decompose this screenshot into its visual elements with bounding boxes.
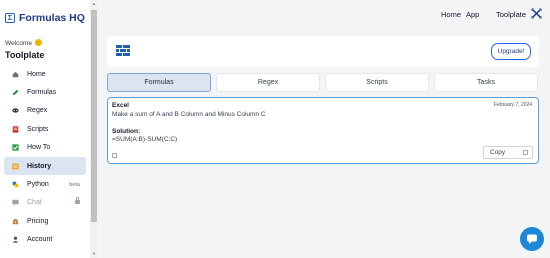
copy-button[interactable]: Copy xyxy=(483,146,533,159)
entry-checkbox[interactable] xyxy=(112,153,117,158)
sidebar: Σ Formulas HQ Welcome Toolplate Home For… xyxy=(0,0,90,258)
python-icon xyxy=(12,181,19,188)
sidebar-item-scripts[interactable]: Scripts xyxy=(4,120,86,138)
tab-formulas[interactable]: Formulas xyxy=(107,73,211,92)
sidebar-item-how-to[interactable]: How To xyxy=(4,139,86,157)
sidebar-item-label: Pricing xyxy=(27,217,49,225)
copy-icon xyxy=(523,150,528,155)
sidebar-item-label: Account xyxy=(27,236,53,244)
sidebar-item-regex[interactable]: Regex xyxy=(4,102,86,120)
script-icon xyxy=(12,126,19,133)
chat-bubble-icon xyxy=(527,234,537,244)
logo[interactable]: Σ Formulas HQ xyxy=(5,12,85,24)
logo-text: Formulas HQ xyxy=(19,12,85,24)
brick-wall-icon xyxy=(116,44,130,58)
top-bar xyxy=(98,0,550,30)
entry-date: February 7, 2024 xyxy=(494,102,533,108)
welcome-text: Welcome xyxy=(5,39,42,47)
header-card xyxy=(107,36,539,67)
formula-logo-icon: Σ xyxy=(5,13,15,23)
lock-icon xyxy=(75,196,80,204)
sidebar-item-home[interactable]: Home xyxy=(4,65,86,83)
home-icon xyxy=(12,71,19,78)
solution-formula: =SUM(A:B)-SUM(C:C) xyxy=(112,136,178,143)
history-icon xyxy=(12,163,19,170)
beta-badge: beta xyxy=(69,181,80,188)
sidebar-item-label: Formulas xyxy=(27,89,57,97)
upgrade-button[interactable]: Upgrade! xyxy=(491,43,531,60)
tab-bar: Formulas Regex Scripts Tasks xyxy=(107,73,539,92)
sidebar-item-label: Chat xyxy=(27,199,42,207)
entry-category: Excel xyxy=(112,102,129,109)
chat-icon xyxy=(12,199,19,207)
sidebar-item-history[interactable]: History xyxy=(4,156,86,176)
sidebar-item-python[interactable]: Python beta xyxy=(4,175,86,193)
tab-regex[interactable]: Regex xyxy=(216,73,320,92)
history-entry-card xyxy=(107,97,539,164)
topnav-toolplate-link[interactable]: Toolplate xyxy=(496,10,526,19)
sidebar-item-label: History xyxy=(27,162,52,170)
tab-tasks[interactable]: Tasks xyxy=(434,73,538,92)
sidebar-item-label: Scripts xyxy=(27,125,49,133)
sidebar-item-formulas[interactable]: Formulas xyxy=(4,83,86,101)
sidebar-item-label: How To xyxy=(27,144,51,152)
chat-widget-button[interactable] xyxy=(520,227,544,251)
solution-label: Solution: xyxy=(112,128,141,135)
close-icon[interactable] xyxy=(531,8,542,19)
sidebar-nav: Home Formulas Regex Scripts How To Histo… xyxy=(0,65,90,249)
sidebar-item-account[interactable]: Account xyxy=(4,231,86,249)
entry-prompt: Make a sum of A and B Column and Minus C… xyxy=(112,111,266,118)
sidebar-item-label: Regex xyxy=(27,107,48,115)
scroll-up-icon[interactable]: ▲ xyxy=(91,1,97,7)
money-icon xyxy=(12,218,19,225)
topnav-app-link[interactable]: App xyxy=(466,10,479,19)
sidebar-item-pricing[interactable]: Pricing xyxy=(4,212,86,230)
mask-icon xyxy=(12,107,19,114)
checkbox-icon xyxy=(12,144,19,151)
workspace-name: Toolplate xyxy=(5,50,45,60)
pencil-icon xyxy=(12,89,19,96)
sidebar-item-chat[interactable]: Chat xyxy=(4,194,86,212)
tab-scripts[interactable]: Scripts xyxy=(325,73,429,92)
welcome-emoji-icon xyxy=(34,39,42,46)
scrollbar-thumb[interactable] xyxy=(91,10,97,222)
sidebar-item-label: Home xyxy=(27,70,46,78)
scroll-down-icon[interactable]: ▼ xyxy=(91,251,97,257)
topnav-home-link[interactable]: Home xyxy=(441,10,461,19)
copy-button-label: Copy xyxy=(490,149,506,156)
account-icon xyxy=(12,236,19,243)
sidebar-item-label: Python xyxy=(27,181,49,189)
